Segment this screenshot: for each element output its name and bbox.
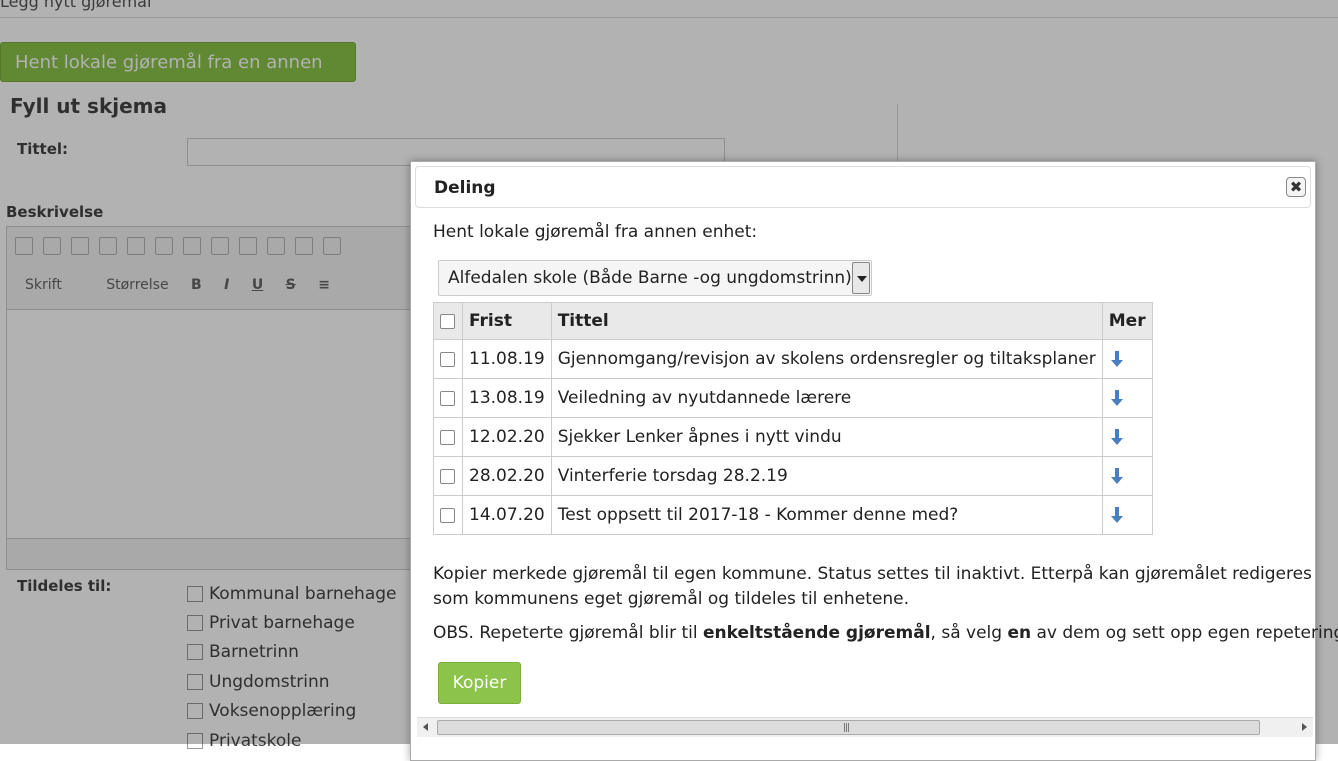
tasks-table: Frist Tittel Mer 11.08.19 Gjennomgang/re… (433, 302, 1153, 535)
row-frist: 12.02.20 (462, 417, 552, 457)
arrow-down-icon[interactable] (1109, 506, 1125, 524)
unit-select-value: Alfedalen skole (Både Barne -og ungdomst… (448, 268, 852, 288)
arrow-down-icon[interactable] (1109, 467, 1125, 485)
row-checkbox[interactable] (440, 429, 455, 445)
row-checkbox[interactable] (440, 390, 455, 406)
copy-button[interactable]: Kopier (438, 662, 521, 704)
grip-icon: ||| (843, 723, 850, 733)
select-all-checkbox[interactable] (440, 313, 455, 329)
column-frist: Frist (462, 302, 552, 340)
sharing-dialog: Deling ✖ Hent lokale gjøremål fra annen … (410, 161, 1338, 761)
table-row: 12.02.20 Sjekker Lenker åpnes i nytt vin… (433, 417, 1153, 457)
row-tittel: Veiledning av nyutdannede lærere (550, 378, 1103, 418)
scrollbar-thumb[interactable]: ||| (437, 720, 1260, 735)
row-frist: 28.02.20 (462, 456, 552, 496)
row-checkbox[interactable] (440, 468, 455, 484)
row-checkbox[interactable] (440, 507, 455, 523)
scroll-right-icon[interactable] (1295, 718, 1313, 737)
unit-prompt: Hent lokale gjøremål fra annen enhet: (433, 222, 758, 242)
row-checkbox[interactable] (440, 351, 455, 367)
table-row: 11.08.19 Gjennomgang/revisjon av skolens… (433, 339, 1153, 379)
dialog-header: Deling ✖ (415, 166, 1311, 208)
arrow-down-icon[interactable] (1109, 428, 1125, 446)
info-text: Kopier merkede gjøremål til egen kommune… (433, 564, 1312, 609)
scroll-left-icon[interactable] (417, 718, 435, 737)
table-header-row: Frist Tittel Mer (433, 302, 1153, 340)
obs-text: OBS. Repeterte gjøremål blir til enkelts… (433, 623, 1338, 643)
dialog-title: Deling (434, 178, 496, 198)
unit-select[interactable]: Alfedalen skole (Både Barne -og ungdomst… (438, 260, 872, 296)
row-frist: 14.07.20 (462, 495, 552, 535)
row-tittel: Vinterferie torsdag 28.2.19 (550, 456, 1103, 496)
row-frist: 11.08.19 (462, 339, 552, 379)
row-tittel: Gjennomgang/revisjon av skolens ordensre… (550, 339, 1103, 379)
arrow-down-icon[interactable] (1109, 350, 1125, 368)
close-icon[interactable]: ✖ (1286, 177, 1306, 197)
column-mer: Mer (1101, 302, 1153, 340)
row-frist: 13.08.19 (462, 378, 552, 418)
column-tittel: Tittel (550, 302, 1103, 340)
table-row: 14.07.20 Test oppsett til 2017-18 - Komm… (433, 495, 1153, 535)
row-tittel: Test oppsett til 2017-18 - Kommer denne … (550, 495, 1103, 535)
table-row: 13.08.19 Veiledning av nyutdannede lærer… (433, 378, 1153, 418)
horizontal-scrollbar[interactable]: ||| (417, 717, 1313, 737)
row-tittel: Sjekker Lenker åpnes i nytt vindu (550, 417, 1103, 457)
table-row: 28.02.20 Vinterferie torsdag 28.2.19 (433, 456, 1153, 496)
arrow-down-icon[interactable] (1109, 389, 1125, 407)
chevron-down-icon[interactable] (852, 262, 870, 294)
